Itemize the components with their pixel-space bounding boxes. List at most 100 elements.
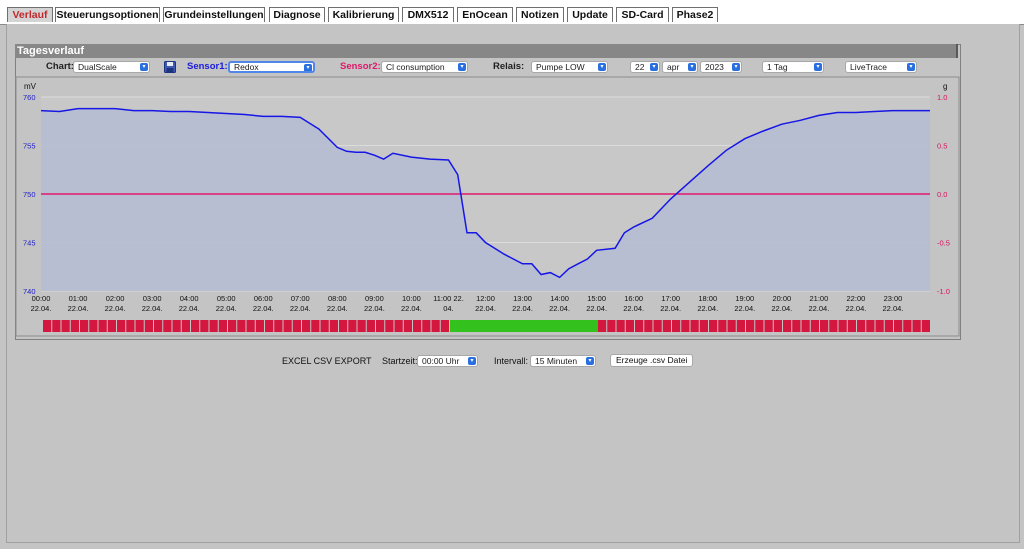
create-csv-button[interactable]: Erzeuge .csv Datei xyxy=(610,354,694,367)
left-tick-label: 745 xyxy=(23,239,36,248)
relay-cell-off xyxy=(829,320,838,332)
x-tick-time: 03:00 xyxy=(143,294,162,303)
relay-cell-off xyxy=(43,320,52,332)
export-label: EXCEL CSV EXPORT xyxy=(282,356,372,366)
relay-cell-off xyxy=(366,320,375,332)
x-tick-time: 14:00 xyxy=(550,294,569,303)
relay-cell-off xyxy=(246,320,255,332)
relay-cell-on xyxy=(588,320,599,332)
relay-cell-off xyxy=(154,320,163,332)
relay-status-bar xyxy=(43,320,930,332)
relay-cell-off xyxy=(302,320,311,332)
x-tick-date: 22.04. xyxy=(364,304,385,313)
x-tick-time: 16:00 xyxy=(624,294,643,303)
relay-cell-off xyxy=(274,320,283,332)
relay-cell-off xyxy=(727,320,736,332)
x-tick-time: 06:00 xyxy=(254,294,273,303)
relay-cell-off xyxy=(107,320,116,332)
relay-cell-off xyxy=(228,320,237,332)
right-tick-label: -1.0 xyxy=(937,287,950,296)
x-tick-time: 23:00 xyxy=(884,294,903,303)
relay-cell-off xyxy=(847,320,856,332)
x-tick-date: 22.04. xyxy=(697,304,718,313)
relay-cell-off xyxy=(292,320,301,332)
relay-cell-off xyxy=(265,320,274,332)
x-tick-date: 22.04. xyxy=(401,304,422,313)
relay-cell-on xyxy=(468,320,479,332)
left-tick-label: 755 xyxy=(23,142,36,151)
relay-cell-off xyxy=(875,320,884,332)
x-tick-date: 22.04. xyxy=(808,304,829,313)
relay-cell-off xyxy=(385,320,394,332)
relay-cell-on xyxy=(514,320,525,332)
relay-cell-off xyxy=(98,320,107,332)
relay-cell-off xyxy=(912,320,921,332)
relay-cell-off xyxy=(810,320,819,332)
intervall-label: Intervall: xyxy=(494,356,529,366)
right-tick-label: 0.0 xyxy=(937,190,947,199)
relay-cell-off xyxy=(348,320,357,332)
relay-cell-off xyxy=(635,320,644,332)
x-tick-date: 22.04. xyxy=(142,304,163,313)
x-tick-time: 15:00 xyxy=(587,294,606,303)
startzeit-select-value: 00:00 Uhr xyxy=(422,356,460,366)
relay-cell-off xyxy=(70,320,79,332)
x-tick-time: 04:00 xyxy=(180,294,199,303)
x-tick-date: 22.04. xyxy=(660,304,681,313)
relay-cell-off xyxy=(422,320,431,332)
relay-cell-off xyxy=(440,320,449,332)
relay-cell-off xyxy=(736,320,745,332)
startzeit-select[interactable]: 00:00 Uhr ▾ xyxy=(417,355,478,367)
right-tick-label: 1.0 xyxy=(937,93,947,102)
relay-cell-off xyxy=(921,320,930,332)
relay-cell-on xyxy=(459,320,469,332)
relay-cell-off xyxy=(339,320,348,332)
relay-cell-off xyxy=(783,320,792,332)
relay-cell-on xyxy=(561,320,571,332)
relay-cell-off xyxy=(255,320,264,332)
x-tick-time: 20:00 xyxy=(772,294,791,303)
relay-cell-off xyxy=(144,320,153,332)
relay-cell-off xyxy=(117,320,126,332)
relay-cell-off xyxy=(163,320,172,332)
relay-cell-off xyxy=(820,320,829,332)
relay-cell-off xyxy=(311,320,320,332)
relay-cell-off xyxy=(126,320,135,332)
relay-cell-off xyxy=(237,320,246,332)
x-tick-date: 22.04. xyxy=(771,304,792,313)
relay-cell-off xyxy=(884,320,893,332)
startzeit-label: Startzeit: xyxy=(382,356,418,366)
relay-cell-off xyxy=(681,320,690,332)
x-tick-time: 10:00 xyxy=(402,294,421,303)
x-tick-time: 07:00 xyxy=(291,294,310,303)
x-tick-date: 22.04. xyxy=(216,304,237,313)
relay-cell-off xyxy=(431,320,440,332)
relay-cell-off xyxy=(699,320,708,332)
relay-cell-off xyxy=(320,320,329,332)
relay-cell-off xyxy=(135,320,144,332)
relay-cell-off xyxy=(89,320,98,332)
left-unit-label: mV xyxy=(24,82,37,91)
relay-cell-off xyxy=(690,320,699,332)
relay-cell-off xyxy=(746,320,755,332)
relay-cell-off xyxy=(653,320,662,332)
right-tick-label: -0.5 xyxy=(937,239,950,248)
x-tick-date: 22.04. xyxy=(327,304,348,313)
relay-cell-off xyxy=(413,320,422,332)
x-tick-time: 12:00 xyxy=(476,294,495,303)
x-tick-time: 01:00 xyxy=(69,294,88,303)
relay-cell-off xyxy=(394,320,403,332)
x-tick-time: 08:00 xyxy=(328,294,347,303)
relay-cell-off xyxy=(80,320,89,332)
x-tick-time: 13:00 xyxy=(513,294,532,303)
relay-cell-on xyxy=(542,320,553,332)
x-tick-time: 02:00 xyxy=(106,294,125,303)
relay-cell-on xyxy=(496,320,506,332)
relay-cell-off xyxy=(607,320,616,332)
x-tick-date: 22.04. xyxy=(31,304,52,313)
relay-cell-off xyxy=(755,320,764,332)
x-tick-time: 22:00 xyxy=(847,294,866,303)
intervall-select[interactable]: 15 Minuten ▾ xyxy=(530,355,596,367)
relay-cell-off xyxy=(792,320,801,332)
relay-cell-off xyxy=(866,320,875,332)
